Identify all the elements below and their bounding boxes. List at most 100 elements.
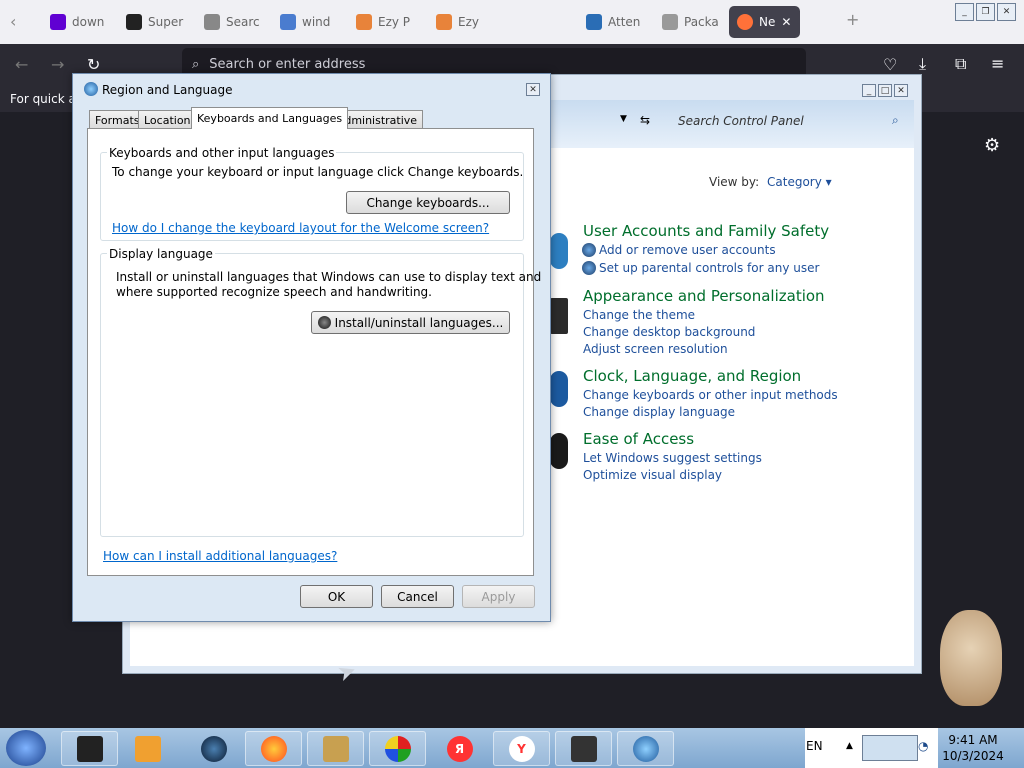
tab-6[interactable]: Ezy [436,6,500,38]
close-tab-icon[interactable]: ✕ [781,15,791,29]
ok-button[interactable]: OK [300,585,373,608]
cp-category-user-accounts[interactable]: User Accounts and Family Safety [583,222,829,240]
install-uninstall-languages-button[interactable]: Install/uninstall languages... [311,311,510,334]
menu-icon[interactable]: ≡ [991,54,1004,73]
tab-label: Searc [226,15,260,29]
ease-of-access-icon[interactable] [550,433,568,469]
control-panel-search[interactable]: Search Control Panel [670,110,910,132]
taskbar-colorwheel[interactable] [369,731,426,766]
apply-button[interactable]: Apply [462,585,535,608]
change-keyboards-button[interactable]: Change keyboards... [346,191,510,214]
tab-label: wind [302,15,331,29]
color-wheel-icon [384,735,411,762]
tab-label: Packa [684,15,719,29]
dialog-close-icon[interactable]: ✕ [526,83,540,96]
refresh-icon[interactable]: ⇆ [640,113,650,127]
network-icon[interactable]: ◔ [918,739,928,753]
extensions-icon[interactable]: ⧉ [955,54,966,74]
cp-link-add-remove-users[interactable]: Add or remove user accounts [599,243,776,257]
firefox-icon [260,735,287,762]
taskbar-media[interactable] [119,731,176,766]
user-accounts-icon[interactable] [550,233,568,269]
terminal-icon [76,735,103,762]
close-window-icon[interactable]: ✕ [997,3,1016,21]
tab-label: Ezy P [378,15,411,29]
tab-active-label: Ne [759,15,776,29]
taskbar-yandex-browser[interactable]: Я [431,731,488,766]
shield-icon [582,261,596,275]
clock-time: 9:41 AM [948,733,998,747]
tab-8[interactable]: Packa [662,6,726,38]
tab-3[interactable]: Searc [204,6,268,38]
tab-active[interactable]: Ne ✕ [729,6,800,38]
cp-link-desktop-background[interactable]: Change desktop background [583,325,755,339]
tab-4[interactable]: wind [280,6,344,38]
welcome-screen-help-link[interactable]: How do I change the keyboard layout for … [112,221,489,235]
ezy-icon [436,14,452,30]
restore-window-icon[interactable]: ❐ [976,3,995,21]
install-additional-languages-link[interactable]: How can I install additional languages? [103,549,337,563]
appearance-icon[interactable] [550,298,568,334]
clock-date: 10/3/2024 [942,749,1004,763]
history-dropdown-icon[interactable]: ▼ [620,114,627,124]
tab-5[interactable]: Ezy P [356,6,420,38]
cp-link-optimize-visual[interactable]: Optimize visual display [583,468,722,482]
cp-maximize-icon[interactable]: □ [878,84,892,97]
display-language-label: Display language [107,247,215,261]
cp-link-parental-controls[interactable]: Set up parental controls for any user [599,261,819,275]
taskbar-control-panel[interactable] [555,731,612,766]
cp-category-ease-of-access[interactable]: Ease of Access [583,430,694,448]
start-button-icon[interactable] [6,730,46,766]
cp-minimize-icon[interactable]: _ [862,84,876,97]
tab-scroll-left-icon[interactable]: ‹ [10,12,16,31]
clock-region-icon[interactable] [550,371,568,407]
taskbar-region-language[interactable] [617,731,674,766]
show-hidden-icons[interactable]: ▲ [846,741,853,751]
taskbar-globe[interactable] [185,731,242,766]
minimize-window-icon[interactable]: _ [955,3,974,21]
tab-label: Super [148,15,184,29]
keyboards-group-text: To change your keyboard or input languag… [112,165,524,179]
globe-icon [317,316,331,329]
back-icon[interactable]: ← [15,55,28,74]
tab-keyboards-languages[interactable]: Keyboards and Languages [191,107,349,129]
cp-link-display-language[interactable]: Change display language [583,405,735,419]
taskbar-sandbox[interactable] [307,731,364,766]
cp-category-appearance[interactable]: Appearance and Personalization [583,287,825,305]
new-tab-icon[interactable]: + [846,10,859,29]
keyboards-group-label: Keyboards and other input languages [107,146,337,160]
tray-app-icon[interactable] [862,735,918,761]
yandex-icon: Я [446,735,473,762]
tab-2[interactable]: Super [126,6,190,38]
taskbar-firefox[interactable] [245,731,302,766]
settings-gear-icon[interactable]: ⚙ [984,135,1000,156]
forward-icon[interactable]: → [51,55,64,74]
cp-link-change-keyboards[interactable]: Change keyboards or other input methods [583,388,838,402]
cp-link-windows-suggest[interactable]: Let Windows suggest settings [583,451,762,465]
yahoo-icon [50,14,66,30]
tab-7[interactable]: Atten [586,6,650,38]
cp-link-screen-resolution[interactable]: Adjust screen resolution [583,342,728,356]
sandbox-icon [322,735,349,762]
hamster-mascot-icon [940,610,1002,706]
pocket-icon[interactable]: ♡ [883,55,897,74]
taskbar-yandex[interactable]: Y [493,731,550,766]
tab-1[interactable]: down [50,6,114,38]
cp-search-placeholder: Search Control Panel [678,114,804,128]
tab-location[interactable]: Location [138,110,197,128]
language-indicator[interactable]: EN [806,739,823,753]
cp-link-change-theme[interactable]: Change the theme [583,308,695,322]
reload-icon[interactable]: ↻ [87,55,100,74]
view-by-value: Category [767,175,822,189]
search-icon: ⌕ [192,56,200,72]
cp-category-clock-language[interactable]: Clock, Language, and Region [583,367,801,385]
firefox-icon [737,14,753,30]
view-by-dropdown[interactable]: Category ▾ [767,175,832,189]
dialog-title: Region and Language [102,83,233,97]
cp-search-icon[interactable]: ⌕ [892,113,899,128]
taskbar-terminal[interactable] [61,731,118,766]
taskbar-clock[interactable]: 9:41 AM 10/3/2024 [938,732,1008,764]
cancel-button[interactable]: Cancel [381,585,454,608]
cp-close-icon[interactable]: ✕ [894,84,908,97]
downloads-icon[interactable]: ⤓ [919,54,926,74]
